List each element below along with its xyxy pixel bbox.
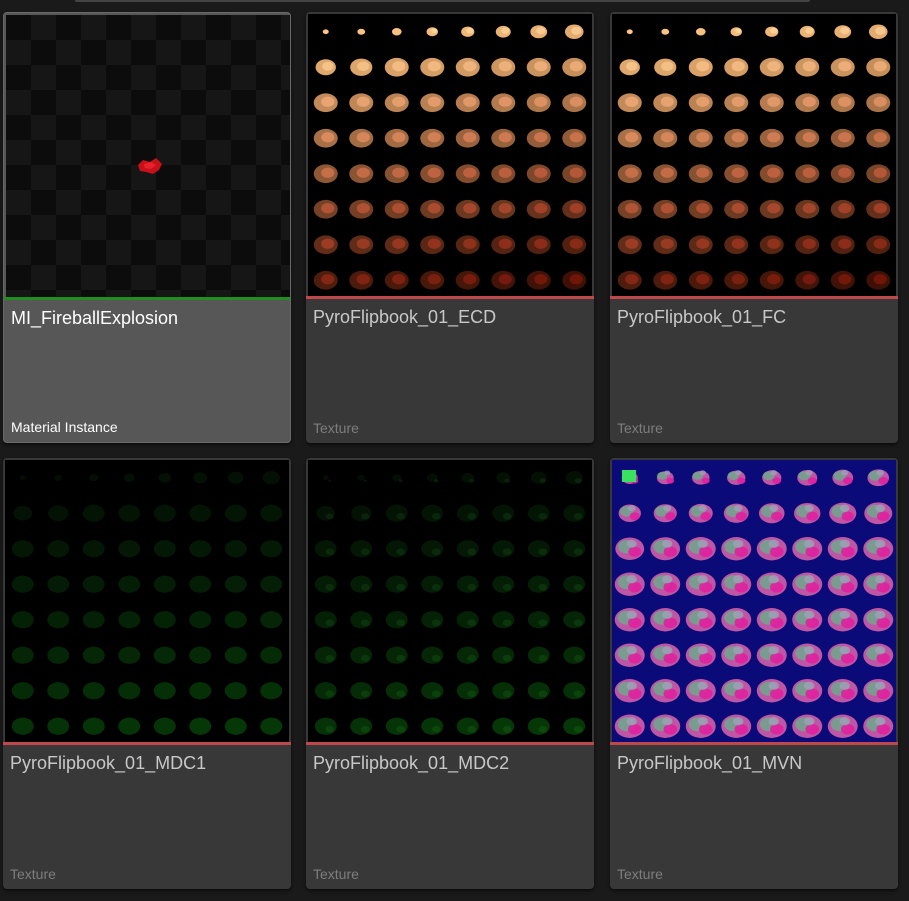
asset-type-label: Texture xyxy=(313,420,359,436)
fireball-preview-icon xyxy=(138,158,162,174)
asset-type-color-bar xyxy=(610,742,898,745)
asset-type-label: Texture xyxy=(617,866,663,882)
asset-thumbnail xyxy=(6,15,290,297)
asset-name: PyroFlipbook_01_ECD xyxy=(313,307,497,327)
asset-name: MI_FireballExplosion xyxy=(11,308,179,328)
asset-type-color-bar xyxy=(3,742,291,745)
asset-type-label: Texture xyxy=(313,866,359,882)
asset-tile-pyroflipbook-01-mdc2[interactable]: PyroFlipbook_01_MDC2 Texture xyxy=(306,458,594,889)
asset-tile-pyroflipbook-01-mvn[interactable]: PyroFlipbook_01_MVN Texture xyxy=(610,458,898,889)
asset-name: PyroFlipbook_01_MDC1 xyxy=(10,753,207,773)
flipbook-mvn-icon xyxy=(614,469,894,738)
asset-type-label: Texture xyxy=(617,420,663,436)
asset-type-color-bar xyxy=(306,296,594,299)
flipbook-mdc1-icon xyxy=(11,471,283,735)
asset-name: PyroFlipbook_01_FC xyxy=(617,307,787,327)
asset-grid: MI_FireballExplosion Material Instance P… xyxy=(0,0,909,901)
asset-tile-pyroflipbook-01-fc[interactable]: PyroFlipbook_01_FC Texture xyxy=(610,12,898,443)
flipbook-ecd-icon xyxy=(313,24,587,290)
asset-type-label: Texture xyxy=(10,866,56,882)
asset-thumbnail xyxy=(308,460,592,742)
flipbook-fc-icon xyxy=(617,24,891,290)
asset-thumbnail xyxy=(5,460,289,742)
asset-thumbnail xyxy=(612,460,896,742)
asset-thumbnail xyxy=(612,14,896,296)
asset-type-color-bar xyxy=(4,297,290,300)
asset-type-label: Material Instance xyxy=(11,419,118,435)
asset-tile-pyroflipbook-01-mdc1[interactable]: PyroFlipbook_01_MDC1 Texture xyxy=(3,458,291,889)
flipbook-mdc2-icon xyxy=(314,471,586,735)
asset-tile-mi-fireballexplosion[interactable]: MI_FireballExplosion Material Instance xyxy=(3,12,291,443)
asset-type-color-bar xyxy=(610,296,898,299)
asset-type-color-bar xyxy=(306,742,594,745)
asset-tile-pyroflipbook-01-ecd[interactable]: PyroFlipbook_01_ECD Texture xyxy=(306,12,594,443)
asset-name: PyroFlipbook_01_MVN xyxy=(617,753,803,773)
asset-name: PyroFlipbook_01_MDC2 xyxy=(313,753,510,773)
asset-thumbnail xyxy=(308,14,592,296)
